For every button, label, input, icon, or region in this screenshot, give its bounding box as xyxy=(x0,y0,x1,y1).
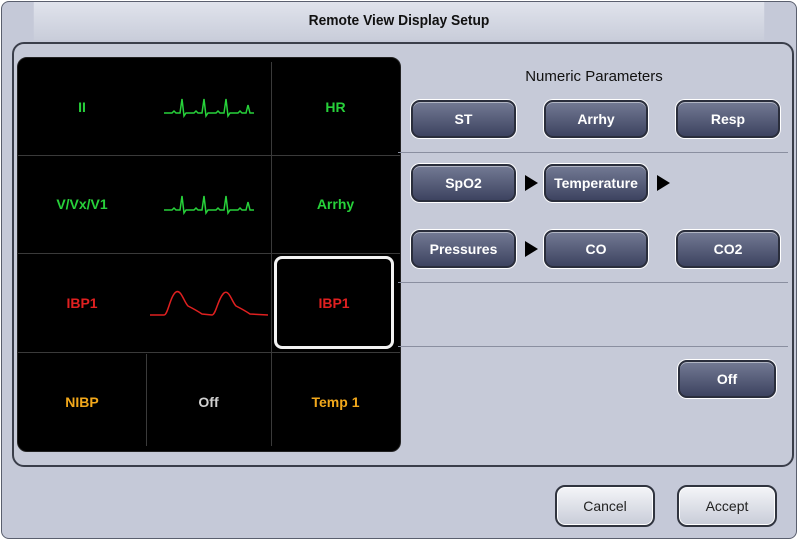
param-label: IBP1 xyxy=(318,294,350,311)
arrow-right-icon xyxy=(525,175,538,191)
section-divider xyxy=(398,346,788,347)
ecg-waveform-icon xyxy=(163,98,254,118)
wave-label-cell[interactable]: II xyxy=(18,58,146,155)
wave-label: IBP1 xyxy=(66,294,98,311)
dialog-title: Remote View Display Setup xyxy=(33,2,765,40)
layout-grid: II HR V/Vx/V1 Arrhy IBP1 IBP1 NIBP Off T… xyxy=(17,57,401,452)
off-button[interactable]: Off xyxy=(678,360,776,398)
setup-panel: II HR V/Vx/V1 Arrhy IBP1 IBP1 NIBP Off T… xyxy=(12,42,794,467)
section-divider xyxy=(398,282,788,283)
ibp-waveform-cell[interactable] xyxy=(146,253,271,352)
ecg-waveform-cell[interactable] xyxy=(146,58,271,155)
arrhy-button[interactable]: Arrhy xyxy=(544,100,648,138)
st-button[interactable]: ST xyxy=(411,100,516,138)
resp-button[interactable]: Resp xyxy=(676,100,780,138)
wave-label-cell[interactable]: V/Vx/V1 xyxy=(18,155,146,253)
numeric-parameters-heading: Numeric Parameters xyxy=(525,68,663,85)
temp-cell[interactable]: Temp 1 xyxy=(271,354,400,449)
param-label: Arrhy xyxy=(316,196,355,212)
arrow-right-icon xyxy=(525,241,538,257)
nibp-label: NIBP xyxy=(65,393,99,410)
param-cell[interactable]: Arrhy xyxy=(271,155,400,253)
grid-divider xyxy=(18,352,400,353)
param-cell[interactable]: HR xyxy=(271,58,400,155)
nibp-cell[interactable]: NIBP xyxy=(18,354,146,449)
arrow-right-icon xyxy=(657,175,670,191)
ecg-waveform-icon xyxy=(163,195,254,216)
section-divider xyxy=(398,152,788,153)
ibp-waveform-icon xyxy=(149,290,268,316)
remote-view-dialog: Remote View Display Setup II HR V/Vx/V1 xyxy=(1,1,797,539)
ecg-waveform-cell[interactable] xyxy=(146,155,271,253)
param-label: HR xyxy=(325,98,346,115)
off-label: Off xyxy=(198,393,219,410)
wave-label: V/Vx/V1 xyxy=(56,196,108,212)
wave-label-cell[interactable]: IBP1 xyxy=(18,253,146,352)
temperature-button[interactable]: Temperature xyxy=(544,164,648,202)
co2-button[interactable]: CO2 xyxy=(676,230,780,268)
wave-label: II xyxy=(78,98,86,115)
co-button[interactable]: CO xyxy=(544,230,648,268)
off-cell[interactable]: Off xyxy=(146,354,271,449)
accept-button[interactable]: Accept xyxy=(677,485,777,527)
temp-label: Temp 1 xyxy=(311,393,360,410)
cancel-button[interactable]: Cancel xyxy=(555,485,655,527)
spo2-button[interactable]: SpO2 xyxy=(411,164,516,202)
pressures-button[interactable]: Pressures xyxy=(411,230,516,268)
param-cell-selected[interactable]: IBP1 xyxy=(274,256,394,349)
